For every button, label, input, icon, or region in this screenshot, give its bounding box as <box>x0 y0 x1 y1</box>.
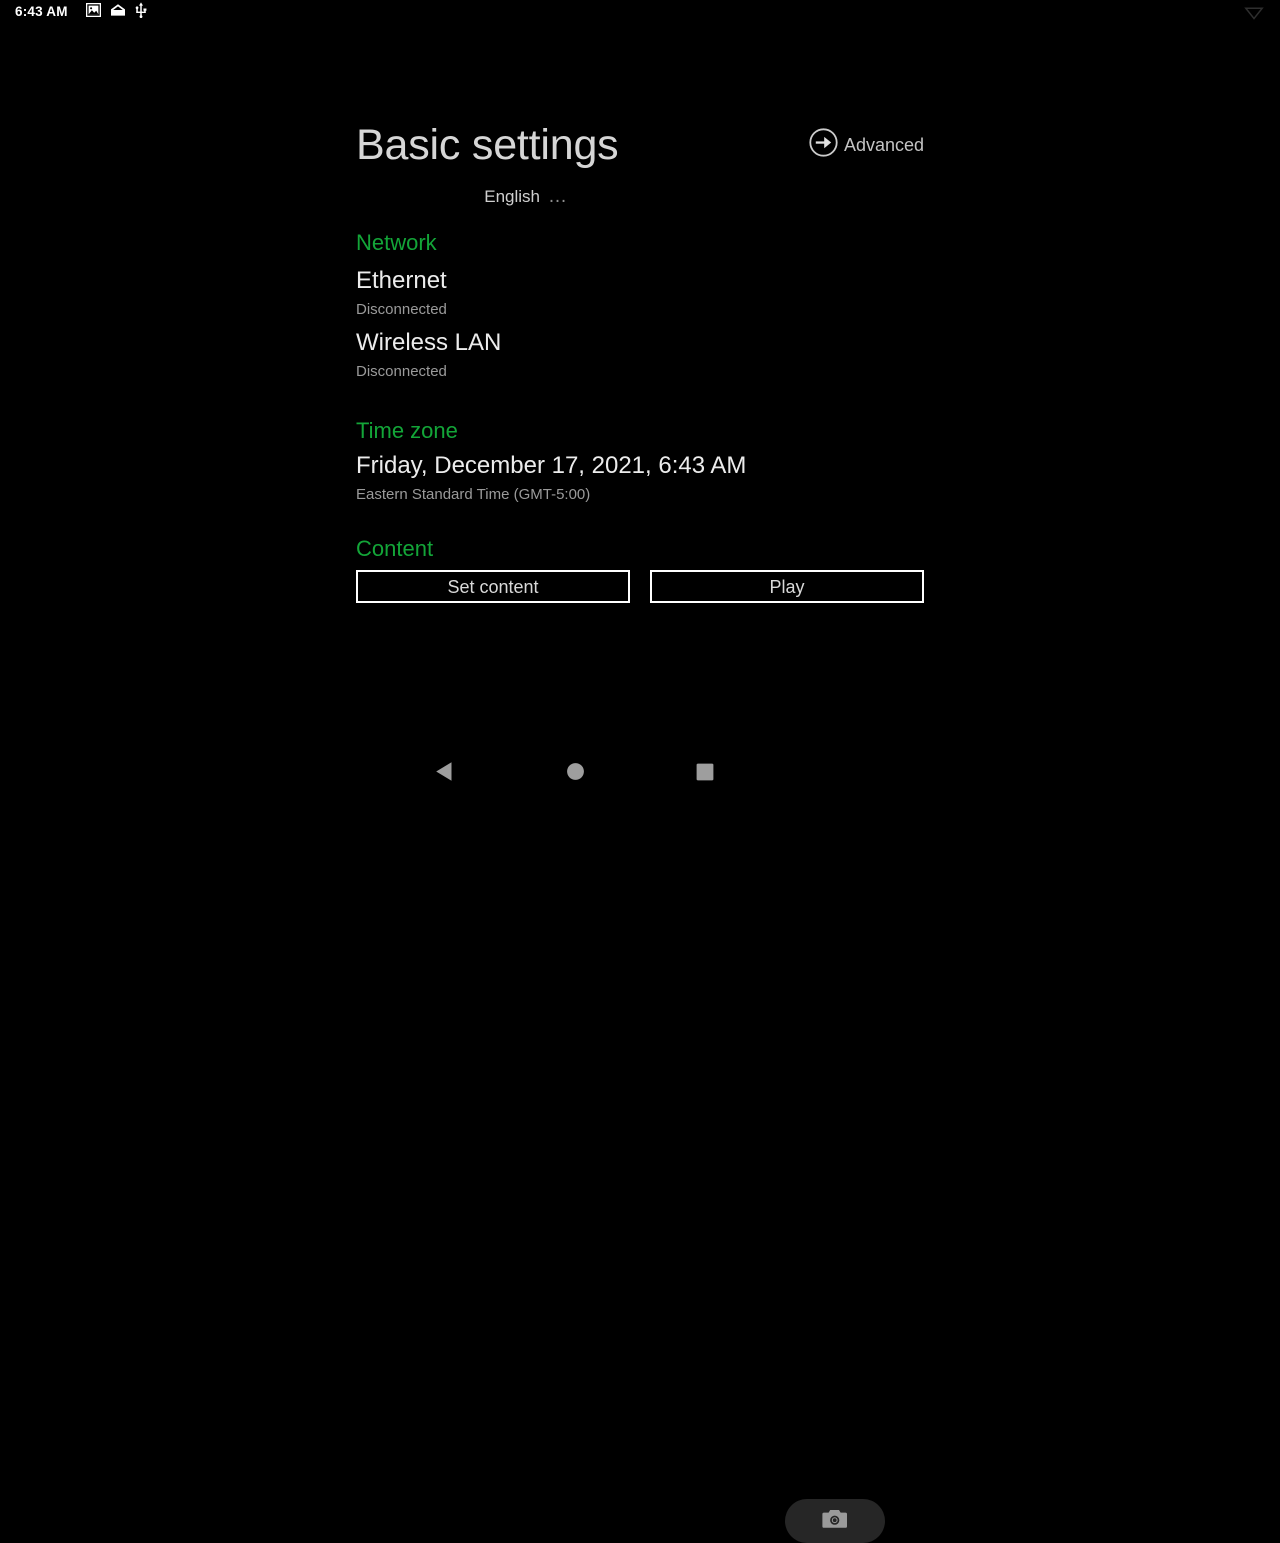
status-bar-right <box>1244 4 1264 25</box>
language-value: English <box>484 187 540 207</box>
nav-home-button[interactable] <box>545 748 605 800</box>
time-zone-name: Eastern Standard Time (GMT-5:00) <box>356 487 590 502</box>
back-triangle-icon <box>434 761 453 787</box>
screenshot-icon <box>110 3 126 22</box>
time-zone-datetime[interactable]: Friday, December 17, 2021, 6:43 AM <box>356 454 746 478</box>
page-header: Basic settings Advanced <box>356 117 926 173</box>
status-bar: 6:43 AM <box>0 0 1280 24</box>
section-title-content: Content <box>356 538 433 560</box>
network-item-ethernet-status: Disconnected <box>356 302 447 317</box>
play-button[interactable]: Play <box>650 570 924 603</box>
wifi-disconnected-icon <box>1244 4 1264 25</box>
page-title: Basic settings <box>356 117 619 173</box>
android-navigation-bar <box>0 748 1280 800</box>
set-content-button[interactable]: Set content <box>356 570 630 603</box>
status-clock: 6:43 AM <box>15 5 68 19</box>
section-title-network: Network <box>356 232 437 254</box>
nav-screenshot-button[interactable] <box>785 1499 885 1543</box>
advanced-settings-button[interactable]: Advanced <box>809 128 924 162</box>
camera-icon <box>822 1508 848 1535</box>
status-notification-icons <box>86 2 147 23</box>
usb-icon <box>135 2 147 23</box>
language-more-icon[interactable]: … <box>548 186 568 208</box>
advanced-label: Advanced <box>844 136 924 154</box>
network-item-ethernet[interactable]: Ethernet <box>356 269 447 293</box>
home-circle-icon <box>566 762 585 786</box>
section-title-time-zone: Time zone <box>356 420 458 442</box>
arrow-right-circle-icon <box>809 128 838 162</box>
image-icon <box>86 3 101 22</box>
network-item-wireless-lan[interactable]: Wireless LAN <box>356 331 501 355</box>
nav-back-button[interactable] <box>413 748 473 800</box>
network-item-wireless-lan-status: Disconnected <box>356 364 447 379</box>
recents-square-icon <box>696 763 714 786</box>
nav-recents-button[interactable] <box>675 748 735 800</box>
language-selector[interactable]: English … <box>484 186 568 208</box>
